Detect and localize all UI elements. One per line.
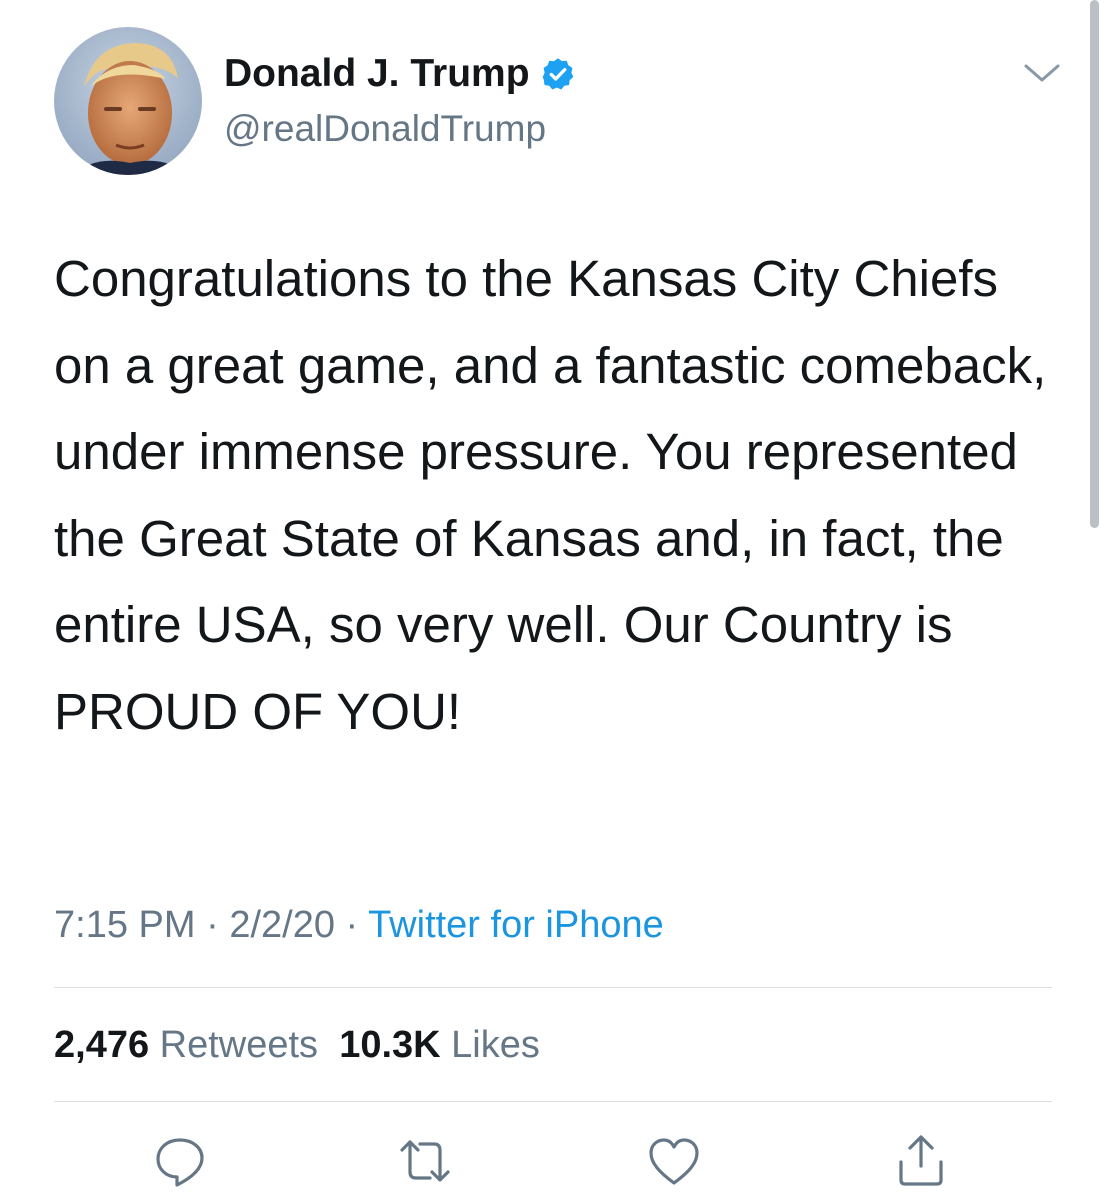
share-icon bbox=[899, 1135, 943, 1186]
display-name-text: Donald J. Trump bbox=[224, 52, 530, 95]
engagement-stats: 2,476 Retweets 10.3K Likes bbox=[54, 1020, 540, 1070]
action-bar bbox=[0, 1132, 1106, 1190]
meta-separator: · bbox=[195, 904, 230, 946]
share-button[interactable] bbox=[892, 1132, 950, 1190]
tweet-date: 2/2/20 bbox=[229, 904, 335, 946]
user-handle[interactable]: @realDonaldTrump bbox=[224, 106, 546, 152]
retweets-label: Retweets bbox=[159, 1024, 319, 1066]
verified-badge-icon bbox=[540, 56, 576, 92]
tweet-time: 7:15 PM bbox=[54, 904, 196, 946]
retweets-count: 2,476 bbox=[54, 1024, 150, 1066]
retweets-stat[interactable]: 2,476 Retweets bbox=[54, 1024, 318, 1066]
tweet-source-link[interactable]: Twitter for iPhone bbox=[368, 904, 664, 946]
tweet-text: Congratulations to the Kansas City Chief… bbox=[54, 250, 1061, 740]
avatar[interactable] bbox=[54, 27, 202, 175]
reply-icon bbox=[156, 1138, 204, 1187]
retweet-icon bbox=[400, 1140, 450, 1182]
likes-label: Likes bbox=[451, 1024, 540, 1066]
like-icon bbox=[649, 1138, 699, 1185]
tweet-detail: Donald J. Trump @realDonaldTrump Congrat… bbox=[0, 0, 1106, 1200]
tweet-metadata: 7:15 PM · 2/2/20 · Twitter for iPhone bbox=[54, 900, 664, 950]
like-button[interactable] bbox=[645, 1132, 703, 1190]
more-options-button[interactable] bbox=[1020, 58, 1064, 90]
avatar-image bbox=[54, 27, 202, 175]
likes-count: 10.3K bbox=[339, 1024, 441, 1066]
divider bbox=[54, 987, 1052, 988]
display-name[interactable]: Donald J. Trump bbox=[224, 50, 576, 98]
meta-separator: · bbox=[334, 904, 369, 946]
chevron-down-icon bbox=[1024, 64, 1060, 82]
likes-stat[interactable]: 10.3K Likes bbox=[339, 1024, 540, 1066]
retweet-button[interactable] bbox=[396, 1132, 454, 1190]
scrollbar[interactable] bbox=[1090, 0, 1099, 528]
divider bbox=[54, 1101, 1052, 1102]
reply-button[interactable] bbox=[151, 1132, 209, 1190]
